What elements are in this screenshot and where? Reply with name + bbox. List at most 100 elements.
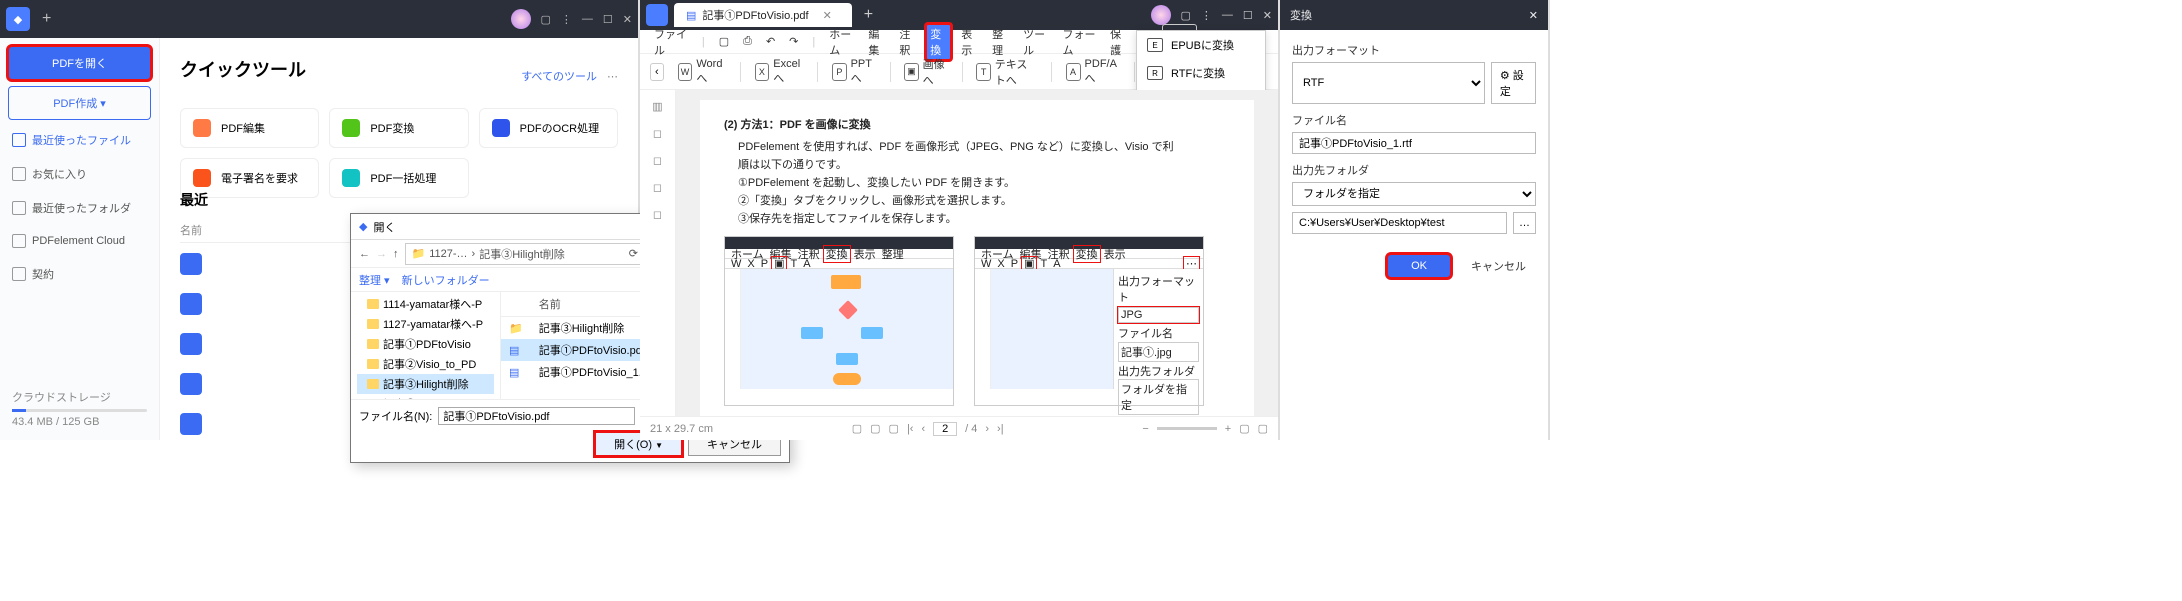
minimize-icon[interactable]: —: [1222, 9, 1233, 21]
browse-button[interactable]: …: [1513, 212, 1536, 234]
recent-file-item[interactable]: [180, 253, 202, 275]
filename-input[interactable]: [1292, 132, 1536, 154]
chat-icon[interactable]: ▢: [1181, 9, 1191, 22]
folder-icon: [367, 379, 379, 389]
format-select[interactable]: RTF: [1292, 62, 1485, 104]
maximize-icon[interactable]: ☐: [1243, 9, 1253, 22]
print-icon[interactable]: ⎙: [739, 33, 756, 50]
app-logo: ◆: [6, 7, 30, 31]
ok-button[interactable]: OK: [1387, 254, 1451, 278]
page-prev-icon[interactable]: ‹: [921, 423, 925, 435]
folder-tree-item[interactable]: 記事②Visio_to_PD: [357, 354, 494, 374]
user-avatar[interactable]: [1151, 5, 1171, 25]
new-tab-button[interactable]: +: [42, 10, 51, 28]
convert-image-button[interactable]: ▣画像へ: [896, 52, 955, 92]
convert-pdfa-button[interactable]: APDF/Aへ: [1058, 54, 1128, 90]
close-icon[interactable]: ✕: [623, 13, 632, 26]
create-pdf-button[interactable]: PDF作成 ▾: [8, 86, 151, 120]
convert-word-button[interactable]: WWordへ: [670, 54, 734, 90]
kebab-icon[interactable]: ⋮: [561, 13, 572, 26]
dest-select[interactable]: フォルダを指定: [1292, 182, 1536, 206]
refresh-icon[interactable]: ⟳: [629, 247, 638, 260]
pane-convert-panel: 変換 ✕ 出力フォーマット RTF ⚙ 設定 ファイル名 出力先フォルダ フォル…: [1280, 0, 1550, 440]
nav-forward-icon[interactable]: →: [376, 248, 387, 260]
status-icon[interactable]: ▢: [870, 422, 880, 435]
panel-close-icon[interactable]: ✕: [1529, 9, 1538, 22]
user-avatar[interactable]: [511, 9, 531, 29]
breadcrumb[interactable]: 📁 1127-…› 記事③Hilight削除 ⟳: [405, 243, 646, 265]
tool-pdf-ocr[interactable]: PDFのOCR処理: [479, 108, 618, 148]
tool-pdf-convert[interactable]: PDF変換: [329, 108, 468, 148]
recent-file-item[interactable]: [180, 333, 202, 355]
open-pdf-button[interactable]: PDFを開く: [8, 46, 151, 80]
settings-button[interactable]: ⚙ 設定: [1491, 62, 1536, 104]
save-icon[interactable]: ▢: [715, 33, 733, 50]
fit-icon[interactable]: ▢: [1239, 422, 1249, 435]
page-last-icon[interactable]: ›|: [997, 423, 1004, 435]
redo-icon[interactable]: ↷: [785, 33, 802, 50]
sidebar-item-recent-files[interactable]: 最近使ったファイル: [8, 126, 151, 154]
attachment-icon[interactable]: ◻: [653, 154, 662, 167]
all-tools-link[interactable]: すべてのツール: [521, 68, 597, 84]
minimize-icon[interactable]: —: [582, 13, 593, 25]
dropdown-rtf[interactable]: RRTFに変換: [1137, 59, 1265, 87]
convert-toolbar: ‹ WWordへ XExcelへ PPPTへ ▣画像へ Tテキストへ APDF/…: [640, 54, 1278, 90]
new-folder-button[interactable]: 新しいフォルダー: [402, 272, 490, 288]
nav-back-icon[interactable]: ←: [359, 248, 370, 260]
filename-label: ファイル名(N):: [359, 408, 432, 424]
view-mode-icon[interactable]: ▢: [1258, 422, 1268, 435]
convert-ppt-button[interactable]: PPPTへ: [824, 54, 883, 90]
dest-path-input[interactable]: [1292, 212, 1507, 234]
page-input[interactable]: [933, 422, 957, 436]
convert-excel-button[interactable]: XExcelへ: [747, 54, 812, 90]
undo-icon[interactable]: ↶: [762, 33, 779, 50]
tool-batch[interactable]: PDF一括処理: [329, 158, 468, 198]
zoom-in-icon[interactable]: +: [1225, 423, 1231, 435]
cancel-button[interactable]: キャンセル: [1461, 252, 1536, 280]
bookmark-icon[interactable]: ◻: [653, 127, 662, 140]
dialog-title: 開く: [373, 219, 395, 235]
folder-tree-item[interactable]: 1127-yamatar様へ-P: [357, 314, 494, 334]
page-first-icon[interactable]: |‹: [907, 423, 914, 435]
tool-esign[interactable]: 電子署名を要求: [180, 158, 319, 198]
thumbnails-icon[interactable]: ▥: [652, 100, 662, 113]
sidebar-item-favorites[interactable]: お気に入り: [8, 160, 151, 188]
status-icon[interactable]: ▢: [889, 422, 899, 435]
zoom-slider[interactable]: [1157, 427, 1217, 430]
convert-text-button[interactable]: Tテキストへ: [968, 52, 1044, 92]
filename-input[interactable]: [438, 407, 635, 425]
tool-pdf-edit[interactable]: PDF編集: [180, 108, 319, 148]
nav-up-icon[interactable]: ↑: [393, 248, 399, 260]
layers-icon[interactable]: ◻: [653, 208, 662, 221]
search-icon[interactable]: ◻: [653, 181, 662, 194]
quicktools-title: クイックツール: [180, 56, 306, 82]
folder-tree-item[interactable]: 記事③Hilight削除: [357, 374, 494, 394]
folder-tree[interactable]: 1114-yamatar様へ-P1127-yamatar様へ-P記事①PDFto…: [351, 292, 501, 399]
recent-file-item[interactable]: [180, 373, 202, 395]
organize-button[interactable]: 整理 ▾: [359, 272, 390, 288]
pdf-file-icon: ▤: [686, 9, 696, 22]
new-tab-button[interactable]: +: [864, 6, 873, 24]
maximize-icon[interactable]: ☐: [603, 13, 613, 26]
screenshot-thumbnail: ホーム編集注釈変換表示整理 WXP▣TA: [724, 236, 954, 406]
folder-tree-item[interactable]: 記事①PDFtoVisio: [357, 334, 494, 354]
recent-file-item[interactable]: [180, 293, 202, 315]
sidebar-item-contract[interactable]: 契約: [8, 260, 151, 288]
zoom-out-icon[interactable]: −: [1142, 423, 1148, 435]
chat-icon[interactable]: ▢: [541, 13, 551, 26]
page-next-icon[interactable]: ›: [985, 423, 989, 435]
folder-tree-item[interactable]: 1114-yamatar様へ-P: [357, 294, 494, 314]
nav-left-icon[interactable]: ‹: [650, 63, 664, 81]
sidebar-item-cloud[interactable]: PDFelement Cloud: [8, 228, 151, 254]
status-icon[interactable]: ▢: [852, 422, 862, 435]
tab-close-icon[interactable]: ✕: [823, 9, 832, 22]
dropdown-epub[interactable]: EEPUBに変換: [1137, 31, 1265, 59]
sidebar-item-recent-folders[interactable]: 最近使ったフォルダ: [8, 194, 151, 222]
folder-icon: [367, 359, 379, 369]
more-icon[interactable]: ⋯: [607, 70, 618, 83]
kebab-icon[interactable]: ⋮: [1201, 9, 1212, 22]
document-viewport[interactable]: (2) 方法1：PDF を画像に変換 PDFelement を使用すれば、PDF…: [676, 90, 1278, 416]
folder-icon: [367, 339, 379, 349]
close-icon[interactable]: ✕: [1263, 9, 1272, 22]
recent-file-item[interactable]: [180, 413, 202, 435]
